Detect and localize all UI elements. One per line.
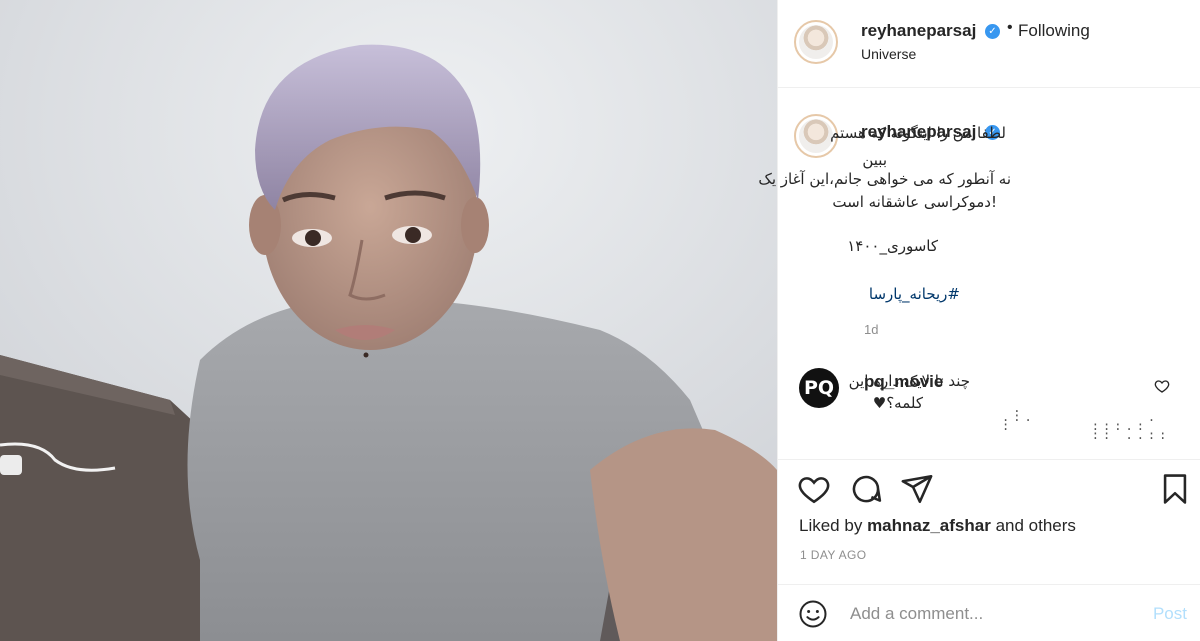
following-button[interactable]: Following bbox=[1018, 21, 1090, 41]
caption-line-2: ببین bbox=[862, 151, 887, 169]
add-comment-bar: Post bbox=[778, 584, 1200, 641]
verified-badge-icon: ✓ bbox=[985, 24, 1000, 39]
post-actions-bar bbox=[778, 460, 1200, 518]
author-username[interactable]: reyhaneparsaj bbox=[861, 21, 976, 41]
caption-line-4: !دموکراسی عاشقانه است bbox=[832, 193, 997, 211]
post-photo[interactable] bbox=[0, 0, 777, 641]
post-timestamp: 1 DAY AGO bbox=[800, 548, 867, 562]
add-comment-input[interactable] bbox=[850, 601, 1130, 627]
caption-line-1: لطفا من را اینگونه که هستم bbox=[830, 124, 1006, 142]
comment-text-line-2: کلمه؟♥ bbox=[872, 394, 923, 412]
caption-line-5: کاسوری_۱۴۰۰ bbox=[847, 237, 938, 255]
commenter-avatar[interactable]: PQ bbox=[799, 368, 839, 408]
author-avatar[interactable] bbox=[794, 20, 838, 64]
post-header: reyhaneparsaj ✓ • Following Universe bbox=[778, 0, 1200, 88]
liked-by-text: Liked by mahnaz_afshar and others bbox=[799, 516, 1076, 536]
post-comment-button[interactable]: Post bbox=[1153, 604, 1187, 624]
comment-dot-pattern: . .:. . : :::.: :: ..:: bbox=[1002, 401, 1171, 442]
post-side-panel: reyhaneparsaj ✓ • Following Universe rey… bbox=[758, 0, 1200, 641]
comment-like-heart-icon[interactable] bbox=[1154, 378, 1170, 394]
bookmark-icon[interactable] bbox=[1158, 472, 1192, 506]
post-location[interactable]: Universe bbox=[861, 46, 916, 62]
caption-time: 1d bbox=[864, 322, 879, 337]
comment-text-line-1: چند تا لایک داره این bbox=[848, 372, 970, 390]
liked-by-suffix[interactable]: and others bbox=[996, 516, 1076, 535]
liked-by-user[interactable]: mahnaz_afshar bbox=[867, 516, 991, 535]
share-icon[interactable] bbox=[900, 472, 934, 506]
follow-separator: • bbox=[1007, 19, 1013, 36]
selfie-illustration bbox=[0, 0, 777, 641]
heart-icon[interactable] bbox=[797, 472, 831, 506]
caption-line-3: نه آنطور که می خواهی جانم،این آغاز یک bbox=[758, 170, 1011, 188]
emoji-icon[interactable] bbox=[798, 599, 828, 629]
comment-icon[interactable] bbox=[849, 472, 883, 506]
caption-hashtag-link[interactable]: #ریحانه_پارسا bbox=[869, 285, 960, 303]
liked-by-prefix: Liked by bbox=[799, 516, 863, 535]
